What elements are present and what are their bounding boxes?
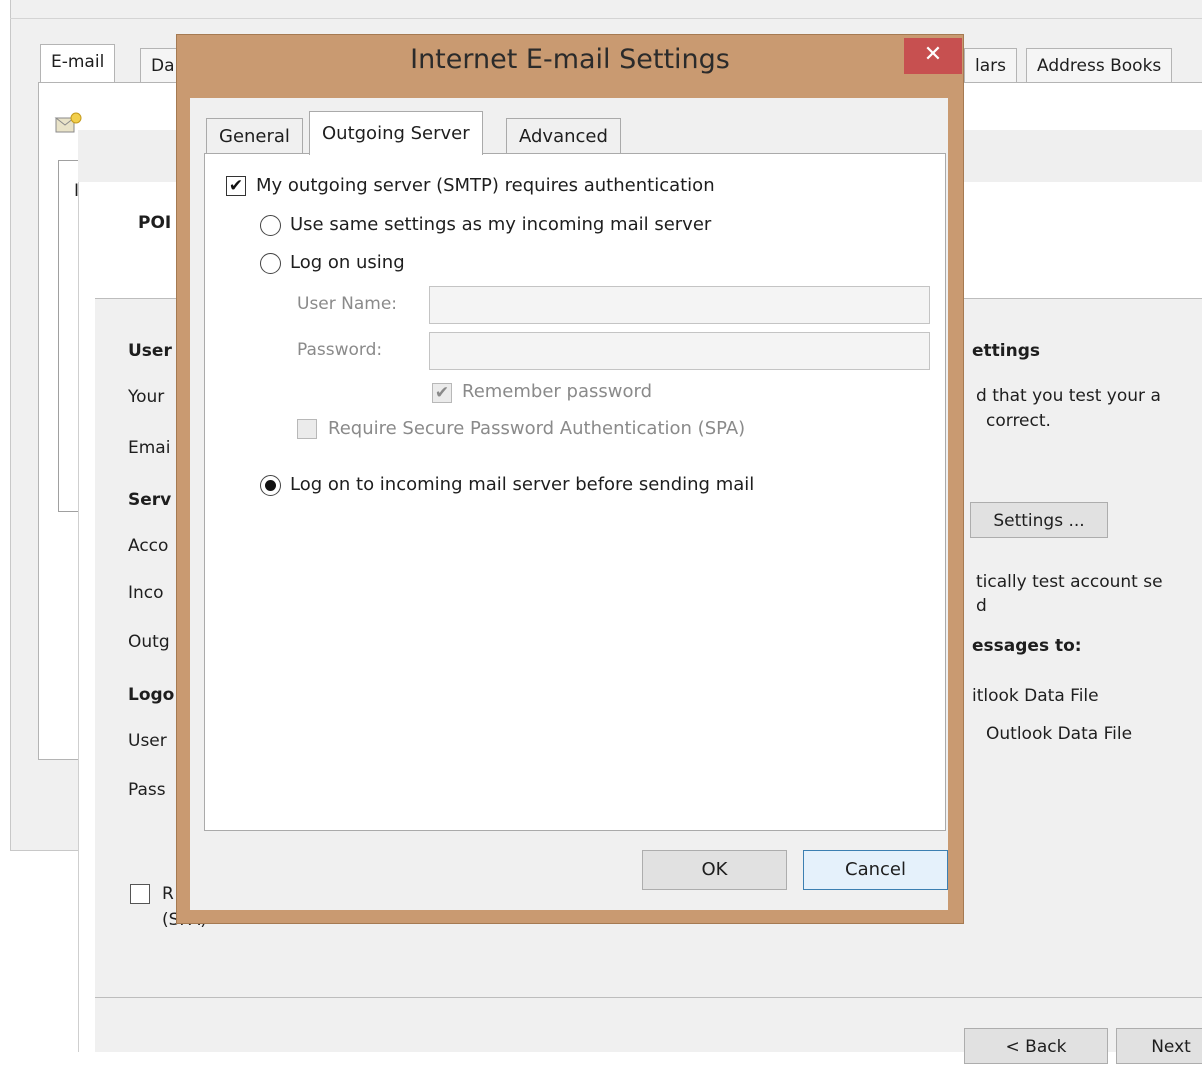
auto-test-checkbox-label: tically test account se — [976, 572, 1163, 592]
ok-button[interactable]: OK — [642, 850, 787, 890]
tab-advanced[interactable]: Advanced — [506, 118, 621, 154]
test-recommendation-cont: correct. — [986, 411, 1051, 431]
tab-address-books[interactable]: Address Books — [1026, 48, 1173, 82]
close-button[interactable]: ✕ — [904, 38, 962, 74]
wizard-password-label: Pass — [128, 780, 166, 800]
require-spa-label: Require Secure Password Authentication (… — [328, 418, 746, 439]
password-label: Password: — [297, 340, 383, 360]
user-name-label: User Name: — [297, 294, 398, 314]
user-name-input[interactable] — [430, 287, 929, 323]
incoming-server-label: Inco — [128, 583, 164, 603]
checkmark-icon: ✔ — [434, 383, 450, 403]
outgoing-server-label: Outg — [128, 632, 170, 652]
require-spa-checkbox[interactable] — [297, 419, 317, 439]
wizard-header-title: POI — [138, 213, 172, 233]
wizard-username-label: User — [128, 731, 167, 751]
next-button[interactable]: Next — [1116, 1028, 1202, 1064]
close-icon: ✕ — [923, 42, 943, 67]
user-info-heading: User — [128, 341, 172, 361]
tab-general[interactable]: General — [206, 118, 303, 154]
deliver-messages-heading: essages to: — [972, 636, 1082, 656]
test-settings-heading: ettings — [972, 341, 1040, 361]
log-on-using-radio[interactable] — [260, 253, 281, 274]
requires-auth-checkbox[interactable]: ✔ — [226, 176, 246, 196]
cancel-button[interactable]: Cancel — [803, 850, 948, 890]
auto-test-label-cont: d — [976, 596, 987, 616]
password-field[interactable] — [429, 332, 930, 370]
tab-email[interactable]: E-mail — [40, 44, 116, 82]
checkmark-icon: ✔ — [228, 176, 244, 196]
window-divider — [10, 18, 1202, 19]
remember-password-label: Remember password — [462, 381, 652, 402]
same-settings-label: Use same settings as my incoming mail se… — [290, 214, 712, 235]
test-recommendation-text: d that you test your a — [976, 386, 1161, 406]
user-name-field[interactable] — [429, 286, 930, 324]
test-account-settings-button[interactable]: Settings ... — [970, 502, 1108, 538]
wizard-spa-checkbox[interactable] — [130, 884, 150, 904]
tab-outgoing-server[interactable]: Outgoing Server — [309, 111, 483, 155]
back-button[interactable]: < Back — [964, 1028, 1108, 1064]
your-name-label: Your — [128, 387, 165, 407]
log-on-using-label: Log on using — [290, 252, 405, 273]
new-data-file-option[interactable]: itlook Data File — [972, 686, 1099, 706]
account-type-label: Acco — [128, 536, 169, 556]
tab-calendars[interactable]: lars — [964, 48, 1017, 82]
remember-password-checkbox[interactable]: ✔ — [432, 383, 452, 403]
same-settings-radio[interactable] — [260, 215, 281, 236]
dialog-title: Internet E-mail Settings — [410, 44, 730, 75]
email-address-label: Emai — [128, 438, 171, 458]
log-on-incoming-radio[interactable] — [260, 475, 281, 496]
server-info-heading: Serv — [128, 490, 172, 510]
password-input[interactable] — [430, 333, 929, 369]
requires-auth-label: My outgoing server (SMTP) requires authe… — [256, 175, 715, 196]
log-on-incoming-label: Log on to incoming mail server before se… — [290, 474, 755, 495]
wizard-spa-label: R — [162, 884, 174, 904]
existing-data-file-option[interactable]: Outlook Data File — [986, 724, 1132, 744]
logon-info-heading: Logo — [128, 685, 175, 705]
